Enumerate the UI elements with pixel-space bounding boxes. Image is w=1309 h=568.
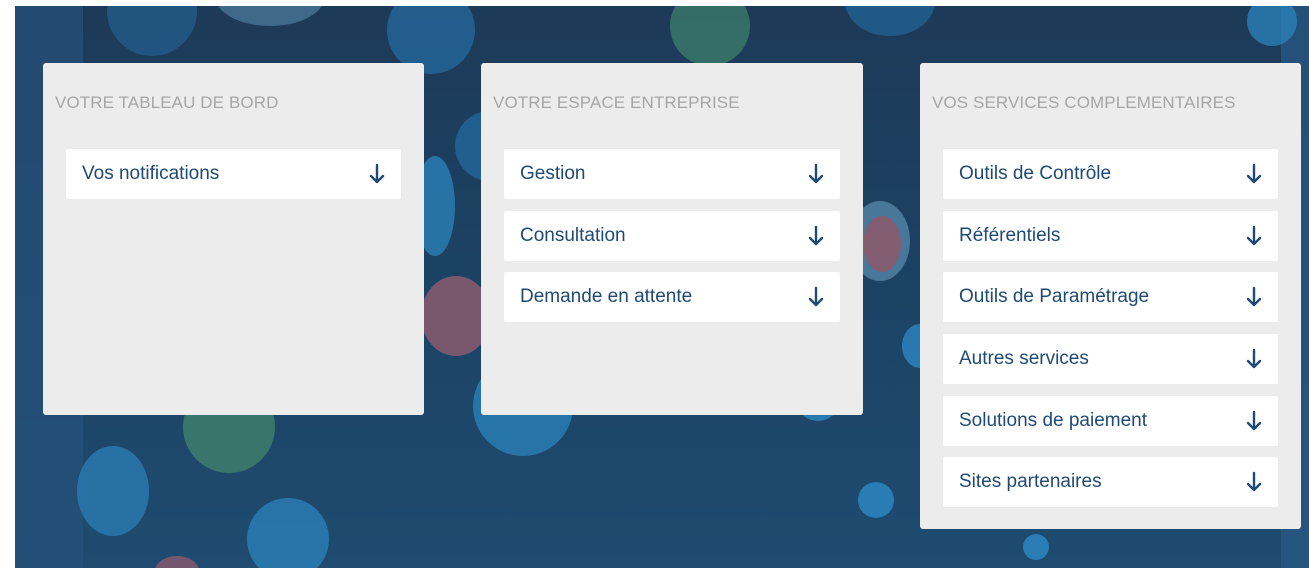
- menu-item-solutions-de-paiement[interactable]: Solutions de paiement: [943, 396, 1278, 446]
- company-space-panel: VOTRE ESPACE ENTREPRISE Gestion Consulta…: [481, 63, 863, 415]
- arrow-down-icon: [1246, 286, 1262, 307]
- background-bubble: [845, 6, 935, 36]
- menu-item-label: Outils de Contrôle: [959, 163, 1112, 184]
- menu-item-gestion[interactable]: Gestion: [504, 149, 840, 199]
- arrow-down-icon: [1246, 410, 1262, 431]
- menu-item-sites-partenaires[interactable]: Sites partenaires: [943, 457, 1278, 507]
- arrow-down-icon: [1246, 471, 1262, 492]
- menu-item-label: Gestion: [520, 163, 586, 184]
- background-bubble: [863, 216, 901, 272]
- menu-item-label: Sites partenaires: [959, 471, 1102, 492]
- background-bubble: [858, 482, 894, 518]
- menu-item-consultation[interactable]: Consultation: [504, 211, 840, 261]
- background-bubble: [670, 6, 750, 66]
- background-bubble: [155, 556, 199, 568]
- menu-item-label: Consultation: [520, 225, 626, 246]
- menu-item-outils-de-parametrage[interactable]: Outils de Paramétrage: [943, 272, 1278, 322]
- background-bubble: [247, 498, 329, 568]
- background-bubble: [107, 6, 197, 56]
- menu-item-label: Référentiels: [959, 225, 1061, 246]
- menu-item-demande-en-attente[interactable]: Demande en attente: [504, 272, 840, 322]
- arrow-down-icon: [808, 163, 824, 184]
- menu-item-vos-notifications[interactable]: Vos notifications: [66, 149, 401, 199]
- background-bubble: [215, 6, 325, 26]
- complementary-services-panel: VOS SERVICES COMPLEMENTAIRES Outils de C…: [920, 63, 1301, 529]
- arrow-down-icon: [369, 163, 385, 184]
- background-bubble: [77, 446, 149, 536]
- dashboard-panel: VOTRE TABLEAU DE BORD Vos notifications: [43, 63, 424, 415]
- panel-title: VOTRE ESPACE ENTREPRISE: [493, 93, 740, 112]
- menu-item-label: Demande en attente: [520, 286, 693, 307]
- arrow-down-icon: [1246, 163, 1262, 184]
- menu-item-referentiels[interactable]: Référentiels: [943, 211, 1278, 261]
- panel-title: VOS SERVICES COMPLEMENTAIRES: [932, 93, 1236, 112]
- menu-item-outils-de-controle[interactable]: Outils de Contrôle: [943, 149, 1278, 199]
- arrow-down-icon: [808, 225, 824, 246]
- arrow-down-icon: [1246, 225, 1262, 246]
- menu-item-label: Vos notifications: [82, 163, 220, 184]
- panel-title: VOTRE TABLEAU DE BORD: [55, 93, 279, 112]
- menu-item-label: Autres services: [959, 348, 1089, 369]
- menu-item-label: Outils de Paramétrage: [959, 286, 1150, 307]
- arrow-down-icon: [808, 286, 824, 307]
- menu-item-autres-services[interactable]: Autres services: [943, 334, 1278, 384]
- menu-item-label: Solutions de paiement: [959, 410, 1148, 431]
- arrow-down-icon: [1246, 348, 1262, 369]
- background-bubble: [1023, 534, 1049, 560]
